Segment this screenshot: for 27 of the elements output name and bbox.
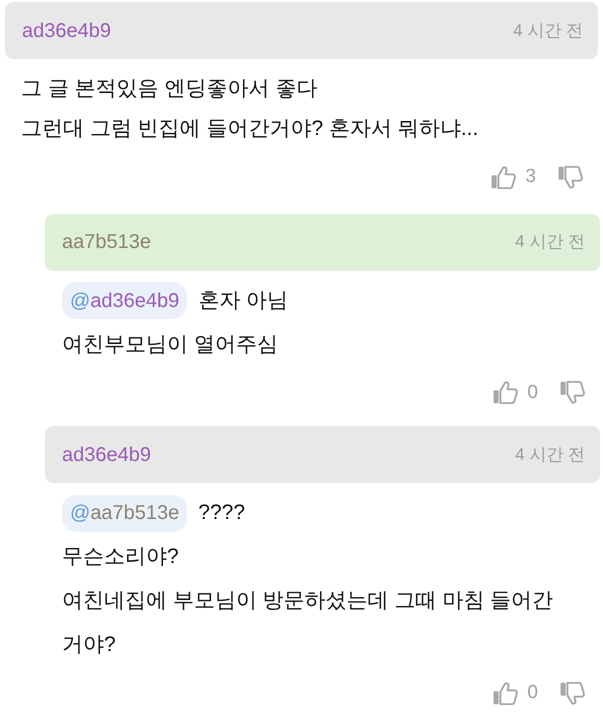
timestamp: 4 시간 전	[513, 20, 583, 42]
thumbs-up-icon	[493, 682, 518, 705]
comment-text: 무슨소리야?	[62, 544, 179, 570]
comment-text: 혼자 아님	[198, 288, 288, 314]
dislike-button[interactable]	[560, 381, 585, 404]
mention-link[interactable]: @aa7b513e	[62, 494, 188, 532]
timestamp: 4 시간 전	[515, 231, 585, 254]
mention-link[interactable]: @ad36e4b9	[62, 282, 188, 319]
like-button[interactable]: 3	[491, 163, 536, 192]
comment-text: 여친부모님이 열어주심	[62, 332, 278, 358]
like-button[interactable]: 0	[493, 679, 538, 708]
thumbs-up-icon	[491, 166, 516, 189]
dislike-button[interactable]	[560, 682, 585, 705]
thumbs-up-icon	[493, 381, 518, 404]
username[interactable]: aa7b513e	[62, 227, 151, 257]
like-button[interactable]: 0	[493, 378, 538, 407]
comment-text: 여친네집에 부모님이 방문하셨는데 그때 마침 들어간 거야?	[62, 588, 554, 658]
comment-text: 그런대 그럼 빈집에 들어간거야? 혼자서 뭐하냐...	[21, 116, 478, 142]
comment-text: ????	[198, 500, 246, 526]
username[interactable]: ad36e4b9	[62, 440, 151, 470]
comment-text: 그 글 본적있음 엔딩좋아서 좋다	[21, 76, 318, 102]
username[interactable]: ad36e4b9	[22, 16, 111, 46]
thumbs-down-icon	[560, 381, 585, 404]
dislike-button[interactable]	[558, 166, 583, 189]
thumbs-down-icon	[560, 682, 585, 705]
thumbs-down-icon	[558, 166, 583, 189]
timestamp: 4 시간 전	[515, 444, 585, 466]
